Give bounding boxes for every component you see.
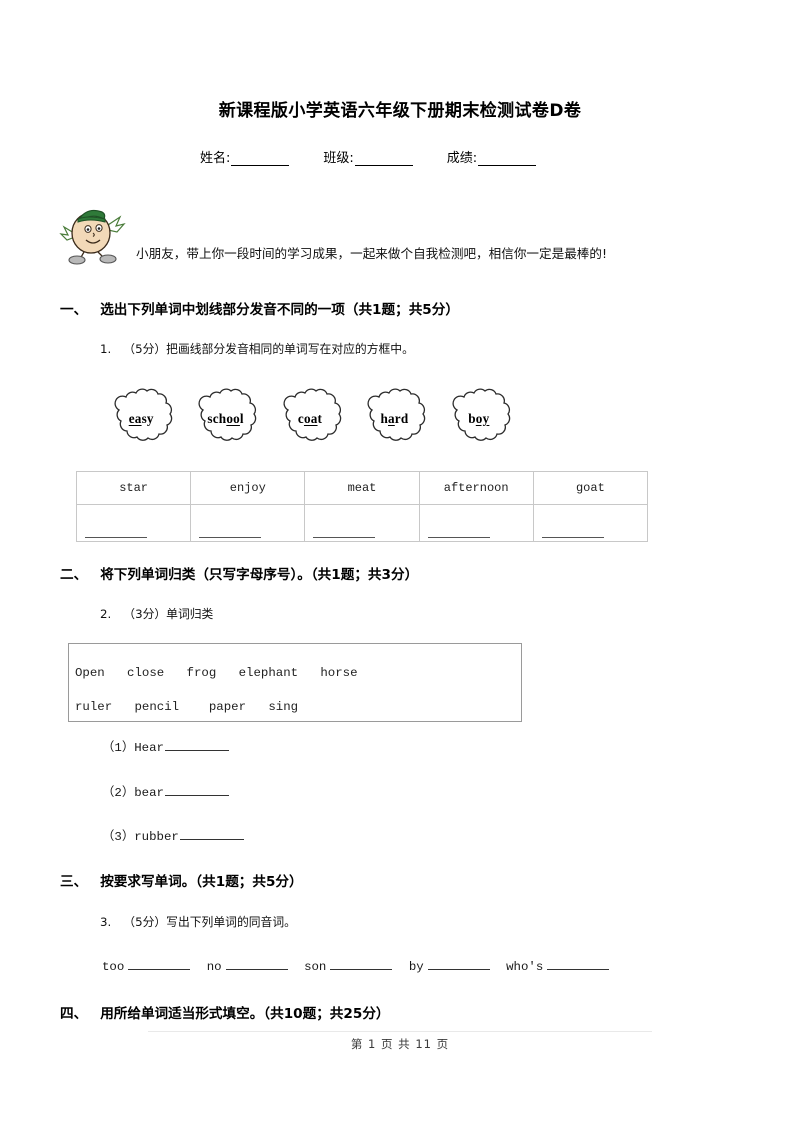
homophone-word-son: son: [304, 960, 327, 974]
bubble-word-coat: coat: [297, 411, 323, 426]
exam-page: 新课程版小学英语六年级下册期末检测试卷D卷 姓名: 班级: 成绩: 小朋友，带上…: [0, 0, 800, 1132]
section-title-2: 将下列单词归类（只写字母序号）。（共1题；共3分）: [100, 567, 419, 583]
class-input-blank[interactable]: [354, 152, 413, 166]
word-bank-line-1: Open close frog elephant horse: [75, 666, 358, 680]
footer-divider: [148, 1031, 652, 1032]
sub-item-blank-3[interactable]: [179, 828, 244, 840]
homophone-blank-2[interactable]: [225, 958, 288, 970]
sub-item-label-3: （3）rubber: [102, 830, 179, 844]
answer-blank-5[interactable]: [541, 536, 604, 538]
question-number-3: 3.: [100, 915, 112, 929]
name-input-blank[interactable]: [231, 152, 290, 166]
bubble-word-boy: boy: [468, 411, 490, 426]
sub-item-blank-1[interactable]: [164, 739, 229, 751]
score-label: 成绩:: [446, 151, 478, 166]
answer-cell-1[interactable]: [75, 504, 192, 542]
cartoon-boy-mascot-icon: [58, 203, 130, 265]
question-number-2: 2.: [100, 607, 112, 621]
word-bubble-hard: hard: [363, 385, 426, 453]
question-text-1: （5分）把画线部分发音相同的单词写在对应的方框中。: [123, 342, 414, 356]
homophone-row: too no son by who's: [102, 958, 618, 974]
question-text-2: （3分）单词归类: [123, 607, 214, 621]
section-heading-2: 二、 将下列单词归类（只写字母序号）。（共1题；共3分）: [60, 563, 418, 583]
word-bubble-group: easy school coat hard boy: [110, 385, 510, 455]
section-title-1: 选出下列单词中划线部分发音不同的一项（共1题；共5分）: [100, 302, 459, 318]
section-heading-1: 一、 选出下列单词中划线部分发音不同的一项（共1题；共5分）: [60, 298, 459, 318]
word-bank-box: Open close frog elephant horse ruler pen…: [68, 643, 522, 722]
answer-cell-2[interactable]: [190, 504, 306, 542]
question-2: 2. （3分）单词归类: [100, 605, 213, 622]
section-title-3: 按要求写单词。（共1题；共5分）: [100, 874, 303, 890]
sub-item-label-2: （2）bear: [102, 786, 164, 800]
table-cell-goat: goat: [532, 471, 649, 505]
table-cell-star: star: [75, 471, 192, 505]
homophone-blank-3[interactable]: [330, 958, 393, 970]
homophone-word-too: too: [102, 960, 125, 974]
question-1: 1. （5分）把画线部分发音相同的单词写在对应的方框中。: [100, 340, 414, 357]
section-title-4: 用所给单词适当形式填空。（共10题；共25分）: [100, 1006, 390, 1022]
word-bubble-coat: coat: [279, 385, 341, 453]
question-number-1: 1.: [100, 342, 112, 356]
answer-blank-3[interactable]: [313, 536, 376, 538]
word-bank-line-2: ruler pencil paper sing: [75, 700, 299, 714]
answer-blank-1[interactable]: [85, 536, 147, 538]
name-field[interactable]: 姓名:: [200, 147, 290, 166]
answer-cell-5[interactable]: [532, 504, 649, 542]
class-label: 班级:: [323, 151, 354, 166]
homophone-word-whos: who's: [506, 960, 544, 974]
homophone-blank-5[interactable]: [547, 958, 610, 970]
bubble-word-hard: hard: [380, 411, 409, 426]
word-bubble-school: school: [194, 385, 257, 453]
sound-sorting-table: star enjoy meat afternoon goat: [75, 471, 649, 542]
answer-blank-4[interactable]: [427, 536, 490, 538]
sub-item-2: （2）bear: [102, 782, 229, 800]
bubble-word-easy: easy: [128, 411, 154, 426]
identity-row: 姓名: 班级: 成绩:: [200, 147, 620, 166]
sub-item-1: （1）Hear: [102, 737, 229, 755]
table-row-headers: star enjoy meat afternoon goat: [75, 471, 649, 505]
section-heading-3: 三、 按要求写单词。（共1题；共5分）: [60, 870, 303, 890]
question-text-3: （5分）写出下列单词的同音词。: [123, 915, 296, 929]
section-number-2: 二、: [60, 567, 88, 583]
sub-item-label-1: （1）Hear: [102, 741, 164, 755]
greeting-text: 小朋友，带上你一段时间的学习成果，一起来做个自我检测吧，相信你一定是最棒的!: [136, 246, 608, 261]
answer-cell-3[interactable]: [304, 504, 420, 542]
page-title: 新课程版小学英语六年级下册期末检测试卷D卷: [218, 101, 582, 121]
section-heading-4: 四、 用所给单词适当形式填空。（共10题；共25分）: [60, 1002, 390, 1022]
sub-item-blank-2[interactable]: [164, 784, 229, 796]
section-number-3: 三、: [60, 874, 88, 890]
answer-blank-2[interactable]: [199, 536, 262, 538]
table-row-answers: [75, 504, 649, 542]
question-3: 3. （5分）写出下列单词的同音词。: [100, 913, 296, 930]
homophone-word-by: by: [408, 960, 424, 974]
word-bubble-boy: boy: [448, 385, 510, 453]
greeting-banner: 小朋友，带上你一段时间的学习成果，一起来做个自我检测吧，相信你一定是最棒的!: [58, 203, 758, 267]
bubble-word-school: school: [207, 411, 244, 426]
table-cell-enjoy: enjoy: [190, 471, 306, 505]
answer-cell-4[interactable]: [418, 504, 534, 542]
score-field[interactable]: 成绩:: [446, 147, 537, 166]
section-number-1: 一、: [60, 302, 88, 318]
homophone-blank-1[interactable]: [128, 958, 191, 970]
sub-item-3: （3）rubber: [102, 826, 244, 844]
score-input-blank[interactable]: [478, 152, 537, 166]
section-number-4: 四、: [60, 1006, 88, 1022]
homophone-word-no: no: [206, 960, 222, 974]
page-footer: 第 1 页 共 11 页: [350, 1037, 450, 1051]
class-field[interactable]: 班级:: [323, 147, 413, 166]
word-bubble-easy: easy: [110, 385, 173, 453]
homophone-blank-4[interactable]: [427, 958, 490, 970]
name-label: 姓名:: [200, 151, 231, 166]
table-cell-afternoon: afternoon: [418, 471, 534, 505]
table-cell-meat: meat: [304, 471, 420, 505]
